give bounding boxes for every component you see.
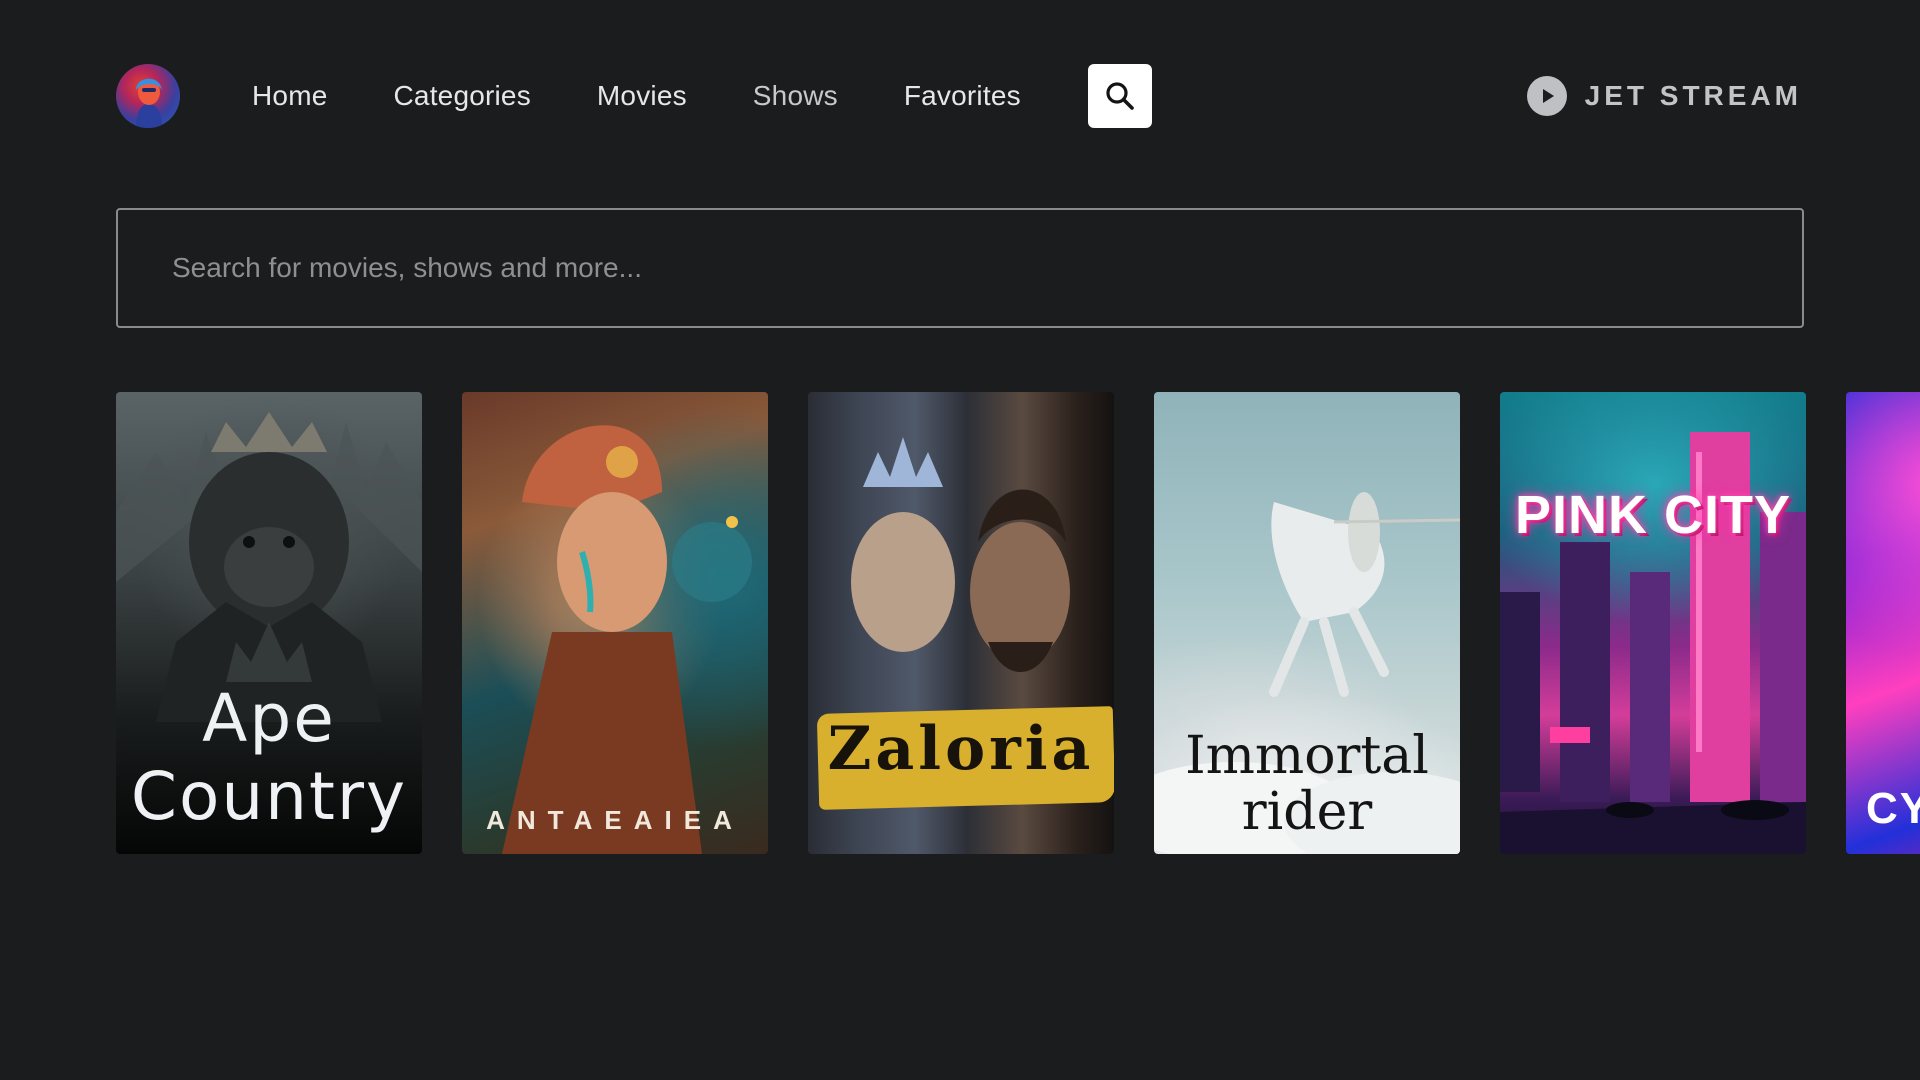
nav-item-home[interactable]: Home <box>252 80 328 112</box>
poster-partial[interactable]: CY <box>1846 392 1920 854</box>
poster-row: Ape Country ANTAEAIEA Zaloria Immortal r… <box>116 392 1920 854</box>
poster-title: ANTAEAIEA <box>486 805 744 835</box>
poster-immortal-rider[interactable]: Immortal rider <box>1154 392 1460 854</box>
nav-item-favorites[interactable]: Favorites <box>904 80 1021 112</box>
search-field <box>116 208 1804 328</box>
nav-item-categories[interactable]: Categories <box>394 80 531 112</box>
nav-item-shows[interactable]: Shows <box>753 80 838 112</box>
poster-antaeaiea[interactable]: ANTAEAIEA <box>462 392 768 854</box>
antaeaiea-artwork <box>502 425 752 854</box>
poster-title: Ape Country <box>130 680 408 835</box>
brand-name: JET STREAM <box>1584 80 1802 111</box>
poster-title: PINK CITY <box>1514 485 1792 545</box>
app-screen: Home Categories Movies Shows Favorites J… <box>0 0 1920 1080</box>
main-nav: Home Categories Movies Shows Favorites <box>252 74 1021 118</box>
user-avatar[interactable] <box>116 64 180 128</box>
avatar-portrait-icon <box>136 78 162 128</box>
search-button[interactable] <box>1088 64 1152 128</box>
poster-zaloria[interactable]: Zaloria <box>808 392 1114 854</box>
pink-city-artwork <box>1500 432 1806 854</box>
poster-pink-city[interactable]: PINK CITY <box>1500 392 1806 854</box>
poster-title: CY <box>1866 784 1920 833</box>
nav-item-movies[interactable]: Movies <box>597 80 687 112</box>
search-icon <box>1106 82 1134 110</box>
play-circle-icon <box>1526 76 1567 116</box>
search-input[interactable] <box>118 210 1802 326</box>
poster-ape-country[interactable]: Ape Country <box>116 392 422 854</box>
poster-title: Zaloria <box>827 714 1095 784</box>
brand: JET STREAM <box>1526 76 1802 116</box>
poster-title: Immortal rider <box>1185 726 1429 842</box>
